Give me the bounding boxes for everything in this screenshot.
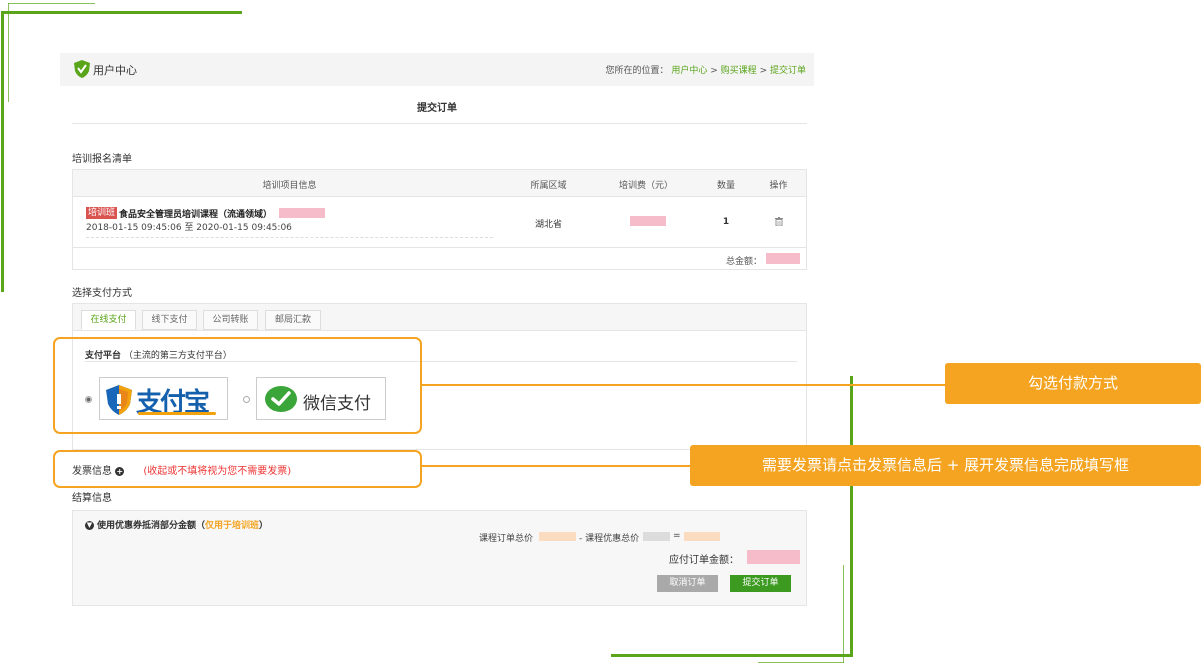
column-header: 培训项目信息 xyxy=(262,181,317,191)
redacted-order-total xyxy=(539,532,576,541)
decor-line xyxy=(1,11,4,292)
payment-callout: 勾选付款方式 xyxy=(945,363,1201,404)
decor-line xyxy=(8,3,9,102)
cancel-order-button[interactable]: 取消订单 xyxy=(657,575,718,592)
chevron-down-icon: ▼ xyxy=(85,521,94,530)
table-header: 培训项目信息 所属区域 培训费（元） 数量 操作 xyxy=(73,170,806,197)
payable-amount-label: 应付订单金额： xyxy=(669,555,739,566)
tab-postal-remittance[interactable]: 邮局汇款 xyxy=(265,310,321,330)
column-header: 培训费（元） xyxy=(618,181,673,191)
redacted-value xyxy=(279,208,325,218)
top-bar: 用户中心 您所在的位置： 用户中心 > 购买课程 > 提交订单 xyxy=(60,53,814,86)
location-label: 您所在的位置： xyxy=(605,66,669,76)
course-period: 2018-01-15 09:45:06 至 2020-01-15 09:45:0… xyxy=(86,223,292,233)
breadcrumb-link-user-center[interactable]: 用户中心 xyxy=(671,66,707,76)
breadcrumb-link-buy-course[interactable]: 购买课程 xyxy=(721,66,757,76)
tab-company-transfer[interactable]: 公司转账 xyxy=(203,310,258,330)
coupon-close: ） xyxy=(259,521,269,531)
callout-connector xyxy=(422,384,946,386)
decor-line xyxy=(850,376,853,656)
quantity-cell: 1 xyxy=(722,217,730,227)
shield-logo-icon xyxy=(74,60,90,78)
redacted-payable xyxy=(747,550,800,564)
invoice-callout: 需要发票请点击发票信息后 + 展开发票信息完成填写框 xyxy=(690,445,1201,486)
table-row: 培训班 食品安全管理员培训课程（流通领域） 2018-01-15 09:45:0… xyxy=(73,197,806,248)
column-header: 操作 xyxy=(769,181,788,191)
order-page: 用户中心 您所在的位置： 用户中心 > 购买课程 > 提交订单 提交订单 培训报… xyxy=(60,53,814,613)
coupon-toggle[interactable]: ▼ 使用优惠券抵消部分金额（仅用于培训班） xyxy=(85,518,268,531)
decor-line xyxy=(758,662,844,663)
breadcrumb-link-submit-order[interactable]: 提交订单 xyxy=(770,66,806,76)
total-amount-label: 总金额： xyxy=(725,257,762,267)
redacted-discount xyxy=(643,532,670,541)
breadcrumb-separator: > xyxy=(710,66,718,76)
payment-method-title: 选择支付方式 xyxy=(72,288,132,299)
payment-highlight-box xyxy=(53,337,422,434)
settlement-title: 结算信息 xyxy=(72,493,112,504)
coupon-scope: 仅用于培训班 xyxy=(205,521,260,531)
page-title: 提交订单 xyxy=(417,103,457,114)
callout-connector xyxy=(422,465,690,467)
redacted-fee xyxy=(630,216,666,226)
submit-order-button[interactable]: 提交订单 xyxy=(730,575,791,592)
column-header: 数量 xyxy=(716,181,735,191)
decor-line xyxy=(8,3,95,4)
formula-equals: = xyxy=(673,531,681,541)
enroll-list-title: 培训报名清单 xyxy=(72,154,132,165)
coupon-label: 使用优惠券抵消部分金额（ xyxy=(97,521,206,531)
formula-total-label: 课程订单总价 xyxy=(479,534,534,544)
redacted-total xyxy=(766,253,800,264)
decor-line xyxy=(843,565,844,663)
settlement-box: ▼ 使用优惠券抵消部分金额（仅用于培训班） 课程订单总价 - 课程优惠总价 = 应… xyxy=(72,510,807,606)
column-header: 所属区域 xyxy=(530,181,567,191)
formula-discount-label: - 课程优惠总价 xyxy=(579,534,640,544)
course-type-badge: 培训班 xyxy=(86,207,118,219)
enroll-table: 培训项目信息 所属区域 培训费（元） 数量 操作 培训班 食品安全管理员培训课程… xyxy=(72,169,807,270)
dashed-divider xyxy=(86,237,493,238)
course-name: 食品安全管理员培训课程（流通领域） xyxy=(119,210,273,220)
redacted-result xyxy=(684,532,720,541)
payment-tabs: 在线支付 线下支付 公司转账 邮局汇款 xyxy=(73,304,806,331)
trash-icon[interactable] xyxy=(775,217,783,226)
region-cell: 湖北省 xyxy=(534,220,562,230)
breadcrumb: 您所在的位置： 用户中心 > 购买课程 > 提交订单 xyxy=(605,63,806,76)
breadcrumb-separator: > xyxy=(759,66,768,76)
decor-line xyxy=(611,654,853,657)
decor-line xyxy=(1,11,242,14)
tab-online-payment[interactable]: 在线支付 xyxy=(81,310,136,330)
user-center-title: 用户中心 xyxy=(93,64,137,77)
invoice-highlight-box xyxy=(53,450,422,488)
tab-offline-payment[interactable]: 线下支付 xyxy=(142,310,197,330)
divider xyxy=(72,123,807,124)
